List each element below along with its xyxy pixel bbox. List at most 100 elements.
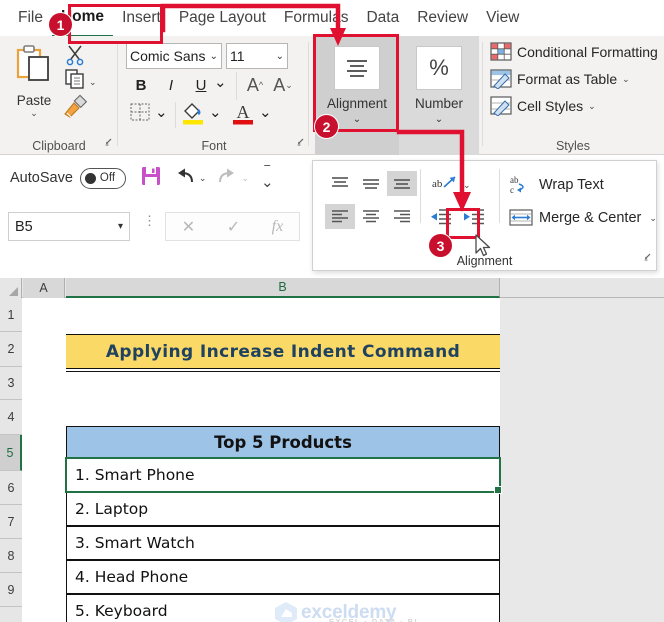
name-box[interactable]: B5 ▾ bbox=[8, 212, 130, 241]
cell-b6[interactable]: 2. Laptop bbox=[66, 492, 500, 526]
format-as-table-button[interactable]: Format as Table ⌄ bbox=[490, 69, 630, 89]
orientation-button[interactable]: ab bbox=[427, 171, 461, 196]
align-left-button[interactable] bbox=[325, 204, 355, 229]
wrap-text-button[interactable]: ab c Wrap Text bbox=[509, 174, 604, 196]
format-as-table-label: Format as Table bbox=[517, 71, 618, 87]
font-color-button[interactable]: A bbox=[231, 100, 255, 126]
cell-b2-title[interactable]: Applying Increase Indent Command bbox=[66, 334, 500, 372]
paste-label: Paste bbox=[16, 93, 52, 108]
cell-b4-table-header[interactable]: Top 5 Products bbox=[66, 426, 500, 458]
center-button[interactable] bbox=[356, 204, 386, 229]
conditional-formatting-button[interactable]: Conditional Formatting bbox=[490, 42, 658, 62]
cell-styles-chevron-down-icon[interactable]: ⌄ bbox=[588, 101, 596, 111]
paste-button[interactable]: Paste ⌄ bbox=[8, 42, 60, 118]
redo-button[interactable] bbox=[216, 166, 238, 191]
fill-color-button[interactable] bbox=[181, 100, 205, 126]
font-name-chevron-down-icon[interactable]: ⌄ bbox=[208, 51, 218, 62]
undo-button[interactable] bbox=[174, 166, 196, 191]
font-name-value: Comic Sans M bbox=[130, 48, 208, 64]
paste-chevron-down-icon[interactable]: ⌄ bbox=[8, 108, 60, 118]
number-chevron-down-icon[interactable]: ⌄ bbox=[399, 114, 479, 125]
row-header-9[interactable]: 9 bbox=[0, 573, 22, 607]
row-header-8[interactable]: 8 bbox=[0, 539, 22, 573]
borders-chevron-down-icon[interactable]: ⌄ bbox=[155, 105, 168, 120]
row-header-2[interactable]: 2 bbox=[0, 332, 22, 367]
tab-review[interactable]: Review bbox=[408, 0, 477, 36]
ribbon-group-clipboard: Paste ⌄ ⌄ Clipboard ⭹ bbox=[0, 36, 118, 155]
save-icon bbox=[141, 166, 160, 185]
cell-styles-button[interactable]: Cell Styles ⌄ bbox=[490, 96, 596, 116]
enter-icon[interactable]: ✓ bbox=[227, 217, 240, 237]
bold-button[interactable]: B bbox=[131, 74, 151, 96]
cell-b7[interactable]: 3. Smart Watch bbox=[66, 526, 500, 560]
row-header-4[interactable]: 4 bbox=[0, 400, 22, 435]
copy-chevron-down-icon[interactable]: ⌄ bbox=[89, 77, 97, 87]
increase-font-size-button[interactable]: A ^ bbox=[243, 73, 267, 97]
merge-center-chevron-down-icon[interactable]: ⌄ bbox=[649, 213, 657, 223]
merge-and-center-button[interactable]: Merge & Center ⌄ bbox=[509, 207, 657, 229]
middle-align-button[interactable] bbox=[356, 171, 386, 196]
decrease-font-size-button[interactable]: A ⌄ bbox=[271, 73, 295, 97]
cancel-icon[interactable]: ✕ bbox=[182, 217, 195, 237]
font-size-chevron-down-icon[interactable]: ⌄ bbox=[274, 51, 284, 62]
cut-button[interactable] bbox=[64, 44, 86, 71]
font-size-input[interactable]: 11 ⌄ bbox=[226, 43, 288, 69]
undo-chevron-down-icon[interactable]: ⌄ bbox=[199, 173, 207, 183]
cell-b5[interactable]: 1. Smart Phone bbox=[66, 458, 500, 492]
font-name-input[interactable]: Comic Sans M ⌄ bbox=[126, 43, 222, 69]
alignment-dialog-launcher-icon[interactable]: ⭹ bbox=[644, 248, 651, 267]
redo-chevron-down-icon[interactable]: ⌄ bbox=[241, 173, 249, 183]
italic-button[interactable]: I bbox=[161, 74, 181, 96]
font-dialog-launcher-icon[interactable]: ⭹ bbox=[297, 133, 304, 152]
clipboard-dialog-launcher-icon[interactable]: ⭹ bbox=[105, 133, 112, 152]
tab-page-layout[interactable]: Page Layout bbox=[170, 0, 275, 36]
svg-text:A: A bbox=[237, 102, 250, 122]
row-header-6[interactable]: 6 bbox=[0, 471, 22, 505]
format-as-table-chevron-down-icon[interactable]: ⌄ bbox=[622, 74, 630, 84]
align-right-button[interactable] bbox=[387, 204, 417, 229]
row-header-5[interactable]: 5 bbox=[0, 435, 22, 471]
copy-button[interactable] bbox=[64, 68, 86, 95]
tab-view[interactable]: View bbox=[477, 0, 528, 36]
tab-formulas[interactable]: Formulas bbox=[275, 0, 358, 36]
cell-b8[interactable]: 4. Head Phone bbox=[66, 560, 500, 594]
fill-color-chevron-down-icon[interactable]: ⌄ bbox=[209, 105, 222, 120]
underline-chevron-down-icon[interactable]: ⌄ bbox=[214, 75, 227, 90]
orientation-chevron-down-icon[interactable]: ⌄ bbox=[463, 180, 471, 190]
column-header-a[interactable]: A bbox=[23, 278, 65, 298]
underline-button[interactable]: U bbox=[191, 74, 211, 96]
formula-bar-handle[interactable]: ⋮ bbox=[143, 214, 156, 227]
svg-text:ab: ab bbox=[510, 175, 519, 185]
align-center-icon bbox=[363, 210, 379, 223]
row-header-7[interactable]: 7 bbox=[0, 505, 22, 539]
ribbon-group-number[interactable]: % Number ⌄ bbox=[399, 36, 479, 155]
tab-file[interactable]: File bbox=[0, 0, 52, 36]
customize-quick-access-icon[interactable]: ‾ ⌄ bbox=[261, 165, 274, 190]
font-color-chevron-down-icon[interactable]: ⌄ bbox=[259, 105, 272, 120]
save-button[interactable] bbox=[140, 165, 162, 192]
bottom-align-button[interactable] bbox=[387, 171, 417, 196]
row-header-10[interactable] bbox=[0, 607, 22, 622]
watermark-tagline: EXCEL · DATA · BI bbox=[329, 617, 418, 622]
borders-icon bbox=[130, 103, 150, 121]
row-header-1[interactable]: 1 bbox=[0, 298, 22, 332]
top-align-button[interactable] bbox=[325, 171, 355, 196]
number-group-button[interactable]: % bbox=[416, 46, 462, 90]
column-header-b[interactable]: B bbox=[66, 278, 500, 298]
name-box-chevron-down-icon[interactable]: ▾ bbox=[118, 221, 123, 232]
format-painter-button[interactable] bbox=[62, 94, 88, 123]
borders-button[interactable] bbox=[129, 102, 151, 122]
worksheet: A B 1 2 3 4 5 6 7 8 9 Applying Increase … bbox=[0, 278, 664, 622]
align-right-icon bbox=[394, 210, 410, 223]
autosave-toggle[interactable]: Off bbox=[79, 167, 126, 189]
select-all-corner[interactable] bbox=[0, 278, 22, 298]
row-header-3[interactable]: 3 bbox=[0, 367, 22, 400]
excel-window: File Home Insert Page Layout Formulas Da… bbox=[0, 0, 664, 622]
wrap-text-icon: ab c bbox=[510, 175, 524, 195]
insert-function-icon[interactable]: fx bbox=[272, 218, 284, 236]
tab-data[interactable]: Data bbox=[357, 0, 408, 36]
annotation-badge-1: 1 bbox=[48, 12, 73, 37]
used-range: Applying Increase Indent Command Top 5 P… bbox=[23, 298, 502, 622]
align-middle-icon bbox=[363, 179, 379, 189]
paste-icon bbox=[16, 45, 49, 81]
